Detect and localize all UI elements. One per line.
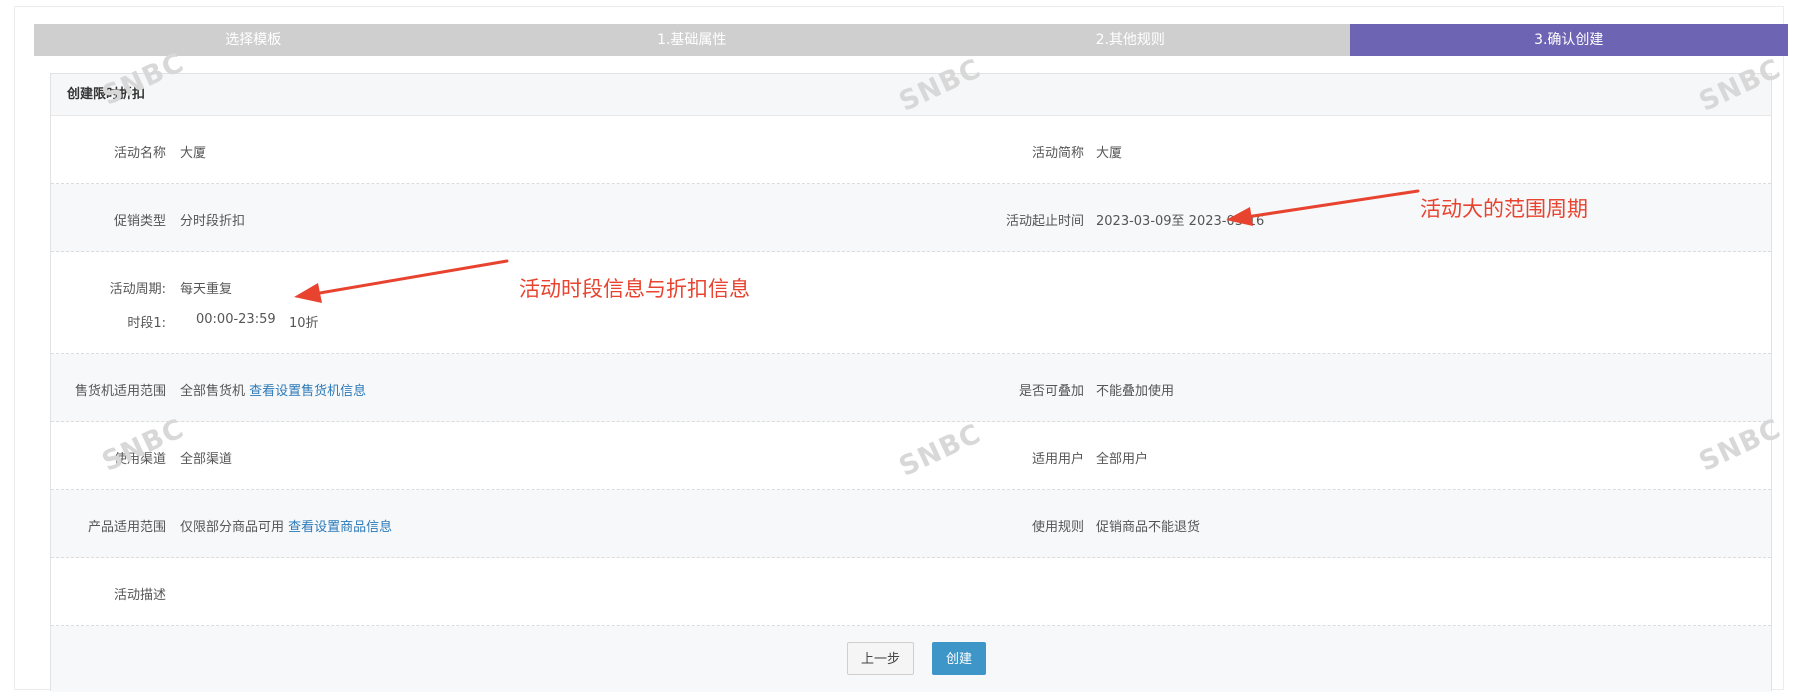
stackable-value: 不能叠加使用 <box>1096 384 1175 399</box>
view-product-settings-link[interactable]: 查看设置商品信息 <box>288 520 392 535</box>
activity-time-label: 活动起止时间 <box>1005 214 1084 229</box>
row-activity-name: 活动名称 大厦 活动简称 大厦 <box>51 116 1771 184</box>
panel-footer: 上一步 创建 <box>51 626 1771 692</box>
row-product-scope: 产品适用范围 仅限部分商品可用 查看设置商品信息 使用规则 促销商品不能退货 <box>51 490 1771 558</box>
product-scope-value: 仅限部分商品可用 <box>180 520 285 535</box>
activity-cycle-value: 每天重复 <box>180 282 233 297</box>
stackable-label: 是否可叠加 <box>1018 384 1084 399</box>
product-scope-label: 产品适用范围 <box>87 520 166 535</box>
channel-value: 全部渠道 <box>180 452 233 467</box>
row-vending-scope: 售货机适用范围 全部售货机 查看设置售货机信息 是否可叠加 不能叠加使用 <box>51 354 1771 422</box>
create-button[interactable]: 创建 <box>932 642 987 675</box>
confirm-panel: 创建限时折扣 活动名称 大厦 活动简称 大厦 促销类型 分时段折扣 活动起止时间… <box>50 73 1772 692</box>
activity-short-name-label: 活动简称 <box>1031 146 1084 161</box>
usage-rule-value: 促销商品不能退货 <box>1096 520 1201 535</box>
activity-name-value: 大厦 <box>180 146 207 161</box>
users-label: 适用用户 <box>1031 452 1084 467</box>
activity-time-value: 2023-03-09至 2023-03-16 <box>1096 214 1265 229</box>
product-scope-value-wrap: 仅限部分商品可用 查看设置商品信息 <box>180 516 392 535</box>
promotion-type-value: 分时段折扣 <box>180 214 246 229</box>
row-description: 活动描述 <box>51 558 1771 626</box>
activity-name-label: 活动名称 <box>113 146 166 161</box>
period-1-label: 时段1: <box>127 316 166 331</box>
panel-title: 创建限时折扣 <box>51 74 1771 116</box>
row-channel: 使用渠道 全部渠道 适用用户 全部用户 <box>51 422 1771 490</box>
description-label: 活动描述 <box>113 588 166 603</box>
view-vending-settings-link[interactable]: 查看设置售货机信息 <box>249 384 366 399</box>
period-1-time: 00:00-23:59 <box>196 312 276 327</box>
step-other-rules[interactable]: 2.其他规则 <box>911 24 1350 56</box>
channel-label: 使用渠道 <box>113 452 166 467</box>
step-select-template[interactable]: 选择模板 <box>34 24 473 56</box>
activity-cycle-label: 活动周期: <box>109 282 166 297</box>
prev-step-button[interactable]: 上一步 <box>847 642 915 675</box>
step-basic-attributes[interactable]: 1.基础属性 <box>472 24 911 56</box>
step-confirm-create[interactable]: 3.确认创建 <box>1349 24 1788 56</box>
activity-short-name-value: 大厦 <box>1096 146 1123 161</box>
annotation-range-period: 活动大的范围周期 <box>1420 197 1588 221</box>
vending-scope-value: 全部售货机 <box>180 384 246 399</box>
usage-rule-label: 使用规则 <box>1031 520 1084 535</box>
annotation-period-discount: 活动时段信息与折扣信息 <box>519 277 750 301</box>
promotion-type-label: 促销类型 <box>113 214 166 229</box>
row-activity-cycle: 活动周期: 每天重复 时段1: 00:00-23:59 10折 <box>51 252 1771 354</box>
vending-scope-label: 售货机适用范围 <box>74 384 166 399</box>
period-1-discount: 10折 <box>289 316 319 331</box>
users-value: 全部用户 <box>1096 452 1149 467</box>
step-progress-bar: 选择模板 1.基础属性 2.其他规则 3.确认创建 <box>34 24 1788 56</box>
vending-scope-value-wrap: 全部售货机 查看设置售货机信息 <box>180 380 366 399</box>
